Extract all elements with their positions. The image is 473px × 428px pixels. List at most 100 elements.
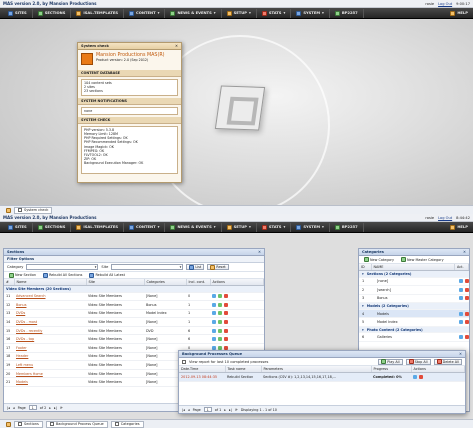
edit-icon[interactable] <box>212 311 216 316</box>
cell-name[interactable]: DVDs - top <box>14 334 86 345</box>
cell-name[interactable]: Models <box>14 377 86 388</box>
delete-icon[interactable] <box>224 337 228 342</box>
edit-icon[interactable] <box>459 287 463 292</box>
category-row[interactable]: 5 Model Index <box>359 318 469 327</box>
menu-sites[interactable]: SITES <box>3 8 33 18</box>
page-number-input[interactable]: 1 <box>203 407 212 412</box>
dock-start-icon[interactable] <box>6 421 11 427</box>
collapse-icon[interactable]: ▾ <box>362 328 364 332</box>
delete-icon[interactable] <box>224 320 228 325</box>
help-button[interactable]: HELP <box>445 9 473 18</box>
table-row[interactable]: 11 Advanced Search Video Site Members [None… <box>4 292 264 302</box>
dock-categories[interactable]: Categories <box>110 420 144 428</box>
dock-sections[interactable]: Sections <box>14 420 43 428</box>
first-page-icon[interactable]: |◂ <box>182 408 185 412</box>
new-master-category-button[interactable]: New Master Category <box>399 257 446 263</box>
menu-news-events[interactable]: NEWS & EVENTS ▾ <box>165 8 222 18</box>
category-row[interactable]: 1 [none] <box>359 278 469 287</box>
close-icon[interactable]: ✕ <box>175 44 178 48</box>
menu-templates[interactable]: ISAL.TEMPLATES <box>71 222 125 232</box>
reset-button[interactable]: Reset <box>207 264 229 270</box>
table-row[interactable]: 15 DVDs - recently Video Site Members DVD 6 <box>4 326 264 336</box>
menu-user[interactable]: BP2257 <box>330 8 364 18</box>
delete-icon[interactable] <box>224 311 228 316</box>
delete-icon[interactable] <box>419 374 423 379</box>
edit-icon[interactable] <box>459 335 463 340</box>
rebuild-icon[interactable] <box>218 328 222 333</box>
edit-icon[interactable] <box>212 328 216 333</box>
cell-name[interactable]: Bonus <box>14 300 86 310</box>
view-report-checkbox[interactable] <box>182 359 186 364</box>
col-header-id[interactable]: ID <box>359 264 372 271</box>
collapse-icon[interactable]: ▾ <box>362 272 364 276</box>
sections-panel-header[interactable]: Sections ✕ <box>4 249 264 256</box>
cell-name[interactable]: DVDs - recently <box>14 326 86 336</box>
cell-name[interactable]: Left menu <box>14 360 86 370</box>
rebuild-icon[interactable] <box>218 337 222 342</box>
menu-content[interactable]: CONTENT ▾ <box>124 222 166 232</box>
play-all-button[interactable]: Play All <box>378 358 403 365</box>
menu-templates[interactable]: ISAL.TEMPLATES <box>71 8 125 18</box>
delete-icon[interactable] <box>465 320 469 325</box>
delete-icon[interactable] <box>224 328 228 333</box>
categories-panel-header[interactable]: Categories ✕ <box>359 249 469 256</box>
system-check-titlebar[interactable]: System check ✕ <box>78 43 181 50</box>
refresh-icon[interactable]: ⟳ <box>235 408 238 412</box>
refresh-icon[interactable]: ⟳ <box>60 406 63 410</box>
last-page-icon[interactable]: ▸| <box>229 408 232 412</box>
category-row[interactable]: 4 Models <box>359 309 469 319</box>
dock-background-queue[interactable]: Background Process Queue <box>45 420 108 428</box>
col-header-name[interactable]: NAME <box>371 264 455 271</box>
close-icon[interactable]: ✕ <box>463 250 466 254</box>
cell-name[interactable]: Advanced Search <box>14 292 86 302</box>
last-page-icon[interactable]: ▸| <box>54 406 57 410</box>
menu-setup[interactable]: SETUP ▾ <box>222 222 257 232</box>
edit-icon[interactable] <box>459 279 463 284</box>
menu-setup[interactable]: SETUP ▾ <box>222 8 257 18</box>
menu-system[interactable]: SYSTEM ▾ <box>291 222 330 232</box>
edit-icon[interactable] <box>212 320 216 325</box>
cell-name[interactable]: Header <box>14 352 86 362</box>
table-row[interactable]: 12 Bonus Video Site Members Bonus 1 <box>4 300 264 310</box>
prev-page-icon[interactable]: ◂ <box>188 408 190 412</box>
system-check-box[interactable]: PHP version: 5.3.8 Memory Limit: 128M PH… <box>81 125 178 174</box>
menu-news-events[interactable]: NEWS & EVENTS ▾ <box>165 222 222 232</box>
cell-name[interactable]: DVDs <box>14 309 86 319</box>
cell-name[interactable]: Footer <box>14 343 86 353</box>
edit-icon[interactable] <box>459 320 463 325</box>
menu-stats[interactable]: STATS ▾ <box>257 8 292 18</box>
first-page-icon[interactable]: |◂ <box>7 406 10 410</box>
close-icon[interactable]: ✕ <box>258 250 261 254</box>
delete-icon[interactable] <box>465 287 469 292</box>
category-row[interactable]: 2 [search] <box>359 286 469 295</box>
menu-system[interactable]: SYSTEM ▾ <box>291 8 330 18</box>
menu-content[interactable]: CONTENT ▾ <box>124 8 166 18</box>
delete-icon[interactable] <box>224 294 228 299</box>
cell-name[interactable]: DVDs - most <box>14 317 86 327</box>
site-select[interactable]: ▾ <box>111 264 184 270</box>
category-row[interactable]: 6 Galleries <box>359 333 469 343</box>
page-number-input[interactable]: 1 <box>28 405 37 410</box>
next-page-icon[interactable]: ▸ <box>49 406 51 410</box>
rebuild-all-latest-button[interactable]: Rebuild All Latest <box>87 272 126 278</box>
logout-link[interactable]: Log Out <box>438 216 452 220</box>
edit-icon[interactable] <box>212 294 216 299</box>
new-section-button[interactable]: New Section <box>7 272 38 278</box>
rebuild-icon[interactable] <box>218 302 222 307</box>
table-row[interactable]: 14 DVDs - most Video Site Members [None] 1 <box>4 317 264 327</box>
menu-sites[interactable]: SITES <box>3 222 33 232</box>
prev-page-icon[interactable]: ◂ <box>13 406 15 410</box>
close-icon[interactable]: ✕ <box>459 352 462 356</box>
menu-user[interactable]: BP2257 <box>330 222 364 232</box>
edit-icon[interactable] <box>459 296 463 301</box>
rebuild-all-sections-button[interactable]: Rebuild All Sections <box>41 272 84 278</box>
delete-icon[interactable] <box>465 335 469 340</box>
menu-sections[interactable]: SECTIONS <box>33 222 72 232</box>
delete-icon[interactable] <box>465 279 469 284</box>
menu-stats[interactable]: STATS ▾ <box>257 222 292 232</box>
list-button[interactable]: List <box>186 264 205 270</box>
edit-icon[interactable] <box>212 337 216 342</box>
new-category-button[interactable]: New Category <box>362 257 396 263</box>
info-icon[interactable] <box>413 374 417 379</box>
category-row[interactable]: 3 Bonus <box>359 295 469 304</box>
